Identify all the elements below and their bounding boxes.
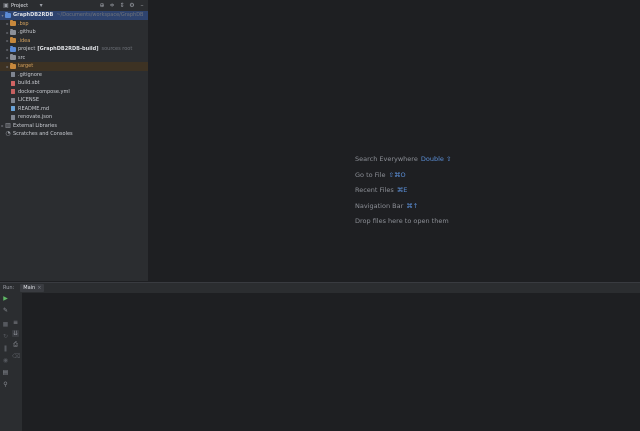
run-label: Run: (3, 285, 15, 291)
tree-item-label: Scratches and Consoles (13, 131, 73, 138)
tree-item-label: .idea (18, 37, 31, 44)
expand-all-icon[interactable]: ⇕ (119, 2, 125, 9)
run-console-output[interactable] (23, 293, 640, 431)
hint-go-to-file[interactable]: Go to File ⇧⌘O (355, 171, 406, 179)
close-icon[interactable]: × (37, 285, 41, 291)
run-icon[interactable]: ▶ (2, 295, 9, 302)
tree-item-bsp[interactable]: ▸ .bsp (0, 20, 148, 29)
wrench-icon[interactable]: ✎ (2, 307, 9, 314)
hint-label: Recent Files (355, 186, 394, 194)
hint-label: Navigation Bar (355, 202, 404, 210)
tree-item-renovate[interactable]: renovate.json (0, 113, 148, 122)
run-toolbar-left: ▶ ✎ ■ ↻ ❚ ◉ ▤ ⚲ (0, 293, 10, 431)
tree-item-label: .github (18, 29, 36, 36)
module-folder-icon (5, 11, 11, 18)
folder-icon (10, 20, 16, 27)
folder-icon (10, 54, 16, 61)
yaml-file-icon (11, 89, 15, 95)
hint-shortcut: ⌘E (396, 186, 408, 194)
run-toolbar-secondary: ≡ ⇊ ⎙ ⌫ (10, 293, 23, 431)
sbt-file-icon (11, 80, 15, 86)
print-icon[interactable]: ⎙ (12, 341, 19, 348)
tree-item-label: .bsp (18, 20, 29, 27)
tree-item-note: sources root (101, 46, 133, 53)
tree-item-scratches[interactable]: ◔ Scratches and Consoles (0, 130, 148, 139)
markdown-file-icon (11, 106, 15, 112)
hide-icon[interactable]: – (139, 2, 145, 9)
hint-label: Search Everywhere (355, 155, 418, 163)
tree-item-target[interactable]: ▸ target (0, 62, 148, 71)
tree-item-gitignore[interactable]: .gitignore (0, 71, 148, 80)
tree-item-label: README.md (18, 105, 50, 112)
tree-item-readme[interactable]: README.md (0, 105, 148, 114)
tree-item-docker-compose[interactable]: docker-compose.yml (0, 88, 148, 97)
soft-wrap-icon[interactable]: ≡ (12, 319, 19, 326)
tree-item-label: target (18, 63, 34, 70)
project-panel-header: ▣ Project ▾ ⊕ ≑ ⇕ ⚙ – (0, 0, 148, 11)
run-tool-window-header: Run: Main × (0, 282, 640, 293)
project-tool-window: ▣ Project ▾ ⊕ ≑ ⇕ ⚙ – ▾ GraphDB2RDB ~/Do… (0, 0, 149, 281)
run-tab-main[interactable]: Main × (20, 284, 45, 292)
stop-icon[interactable]: ■ (2, 321, 9, 328)
hint-search-everywhere[interactable]: Search Everywhere Double ⇧ (355, 155, 451, 163)
tree-item-external-libraries[interactable]: ▸ ▥ External Libraries (0, 122, 148, 131)
hint-drop-files: Drop files here to open them (355, 217, 449, 225)
editor-empty-state: Search Everywhere Double ⇧ Go to File ⇧⌘O … (149, 0, 640, 281)
hint-recent-files[interactable]: Recent Files ⌘E (355, 186, 407, 194)
folder-icon (10, 37, 16, 44)
file-icon (11, 72, 15, 78)
tree-item-label: .gitignore (18, 71, 42, 78)
project-view-icon: ▣ (3, 1, 9, 9)
tree-item-build-sbt[interactable]: build.sbt (0, 79, 148, 88)
gear-icon[interactable]: ⚙ (129, 2, 135, 9)
hint-navigation-bar[interactable]: Navigation Bar ⌘↑ (355, 202, 418, 210)
trash-icon[interactable]: ⌫ (12, 353, 20, 360)
camera-icon[interactable]: ◉ (2, 357, 9, 364)
json-file-icon (11, 114, 15, 120)
pin-icon[interactable]: ⚲ (2, 381, 9, 388)
tree-item-label: docker-compose.yml (18, 88, 70, 95)
scroll-to-end-icon[interactable]: ⇊ (12, 330, 19, 337)
tree-item-github[interactable]: ▸ .github (0, 28, 148, 37)
hint-shortcut: Double ⇧ (420, 155, 452, 163)
tree-item-label: renovate.json (18, 114, 53, 121)
project-tree: ▾ GraphDB2RDB ~/Documents/workspace/Grap… (0, 11, 148, 139)
tree-item-path: ~/Documents/workspace/GraphDB (56, 12, 144, 19)
folder-icon (10, 45, 16, 52)
tree-item-root[interactable]: ▾ GraphDB2RDB ~/Documents/workspace/Grap… (0, 11, 148, 20)
project-view-selector[interactable]: Project (11, 3, 28, 9)
tree-item-label: src (18, 54, 26, 61)
tree-item-idea[interactable]: ▸ .idea (0, 37, 148, 46)
tree-item-label: External Libraries (13, 122, 57, 129)
tree-item-label: LICENSE (18, 97, 39, 104)
tab-label: Main (23, 285, 36, 291)
collapse-all-icon[interactable]: ≑ (109, 2, 115, 9)
hint-shortcut: ⌘↑ (406, 202, 419, 210)
tree-item-project[interactable]: ▸ project [GraphDB2RDB-build] sources ro… (0, 45, 148, 54)
tree-item-label: GraphDB2RDB (13, 12, 54, 19)
select-opened-file-icon[interactable]: ⊕ (99, 2, 105, 9)
hint-label: Drop files here to open them (355, 217, 449, 225)
tree-item-license[interactable]: LICENSE (0, 96, 148, 105)
library-icon: ▥ (5, 121, 11, 129)
tree-item-src[interactable]: ▸ src (0, 54, 148, 63)
chevron-down-icon[interactable]: ▾ (38, 2, 44, 9)
pause-icon[interactable]: ❚ (2, 345, 9, 352)
tree-item-label: build.sbt (18, 80, 40, 87)
rerun-icon[interactable]: ↻ (2, 333, 9, 340)
scratches-icon: ◔ (5, 130, 11, 138)
folder-icon (10, 28, 16, 35)
file-icon (11, 97, 15, 103)
hint-shortcut: ⇧⌘O (388, 171, 406, 179)
hint-label: Go to File (355, 171, 386, 179)
tree-item-label: project (18, 46, 36, 53)
layout-icon[interactable]: ▤ (2, 369, 9, 376)
folder-icon (10, 62, 16, 69)
tree-item-module: [GraphDB2RDB-build] (37, 46, 99, 53)
